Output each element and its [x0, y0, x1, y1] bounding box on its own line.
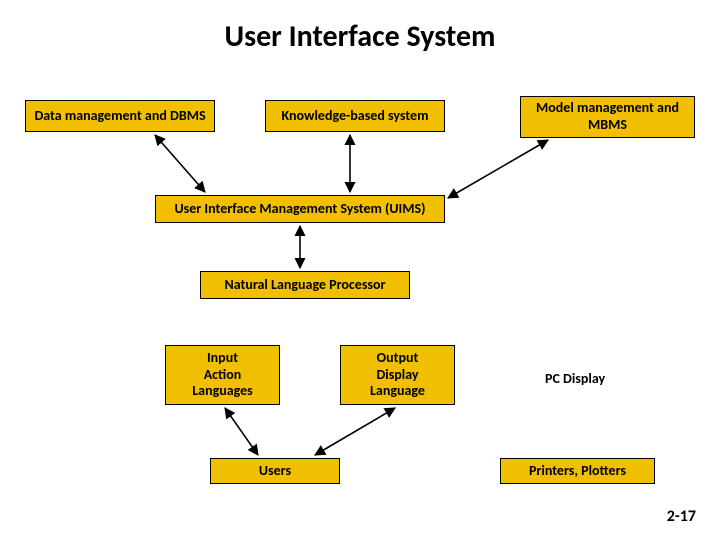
page-title: User Interface System	[0, 18, 720, 55]
box-label: Printers, Plotters	[529, 463, 626, 480]
label-text: PC Display	[545, 370, 605, 387]
box-label: Users	[259, 463, 291, 480]
box-users: Users	[210, 458, 340, 484]
box-label: Natural Language Processor	[224, 277, 385, 294]
box-label: Input Action Languages	[192, 350, 253, 400]
box-label: Knowledge-based system	[282, 108, 429, 125]
box-printers: Printers, Plotters	[500, 458, 655, 484]
box-label: Output Display Language	[370, 350, 425, 400]
box-uims: User Interface Management System (UIMS)	[155, 195, 445, 223]
box-label: Model management and MBMS	[527, 100, 688, 134]
box-nlp: Natural Language Processor	[200, 271, 410, 299]
box-label: Data management and DBMS	[34, 108, 205, 125]
slide-number: 2-17	[667, 507, 696, 526]
box-input-lang: Input Action Languages	[165, 345, 280, 405]
box-knowledge: Knowledge-based system	[265, 100, 445, 132]
box-model-mgmt: Model management and MBMS	[520, 96, 695, 138]
box-data-mgmt: Data management and DBMS	[25, 100, 215, 132]
box-output-lang: Output Display Language	[340, 345, 455, 405]
label-pc-display: PC Display	[545, 370, 605, 387]
box-label: User Interface Management System (UIMS)	[175, 201, 426, 218]
